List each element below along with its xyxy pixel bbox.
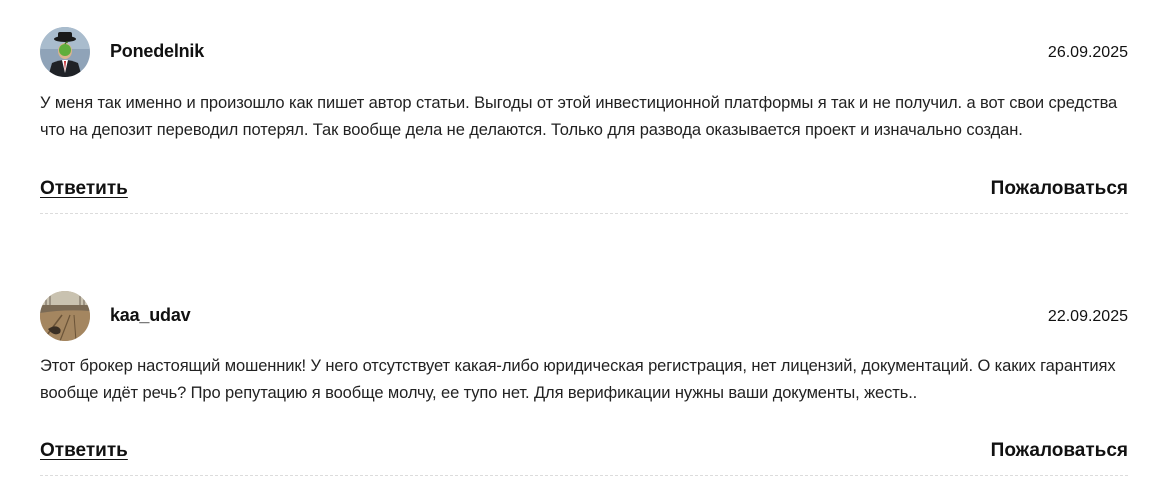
comment-author: Ponedelnik xyxy=(110,41,205,61)
comment-actions: Ответить Пожаловаться xyxy=(40,178,1128,208)
comment-author: kaa_udav xyxy=(110,305,191,325)
comment-actions: Ответить Пожаловаться xyxy=(40,440,1128,470)
avatar[interactable] xyxy=(40,27,90,77)
comment-text: У меня так именно и произошло как пишет … xyxy=(40,94,1118,139)
reply-link[interactable]: Ответить xyxy=(40,440,128,462)
comments-list: Ponedelnik 26.09.2025 У меня так именно … xyxy=(0,0,1153,502)
divider xyxy=(40,213,1128,214)
field-landscape-avatar-icon xyxy=(40,291,90,341)
divider xyxy=(40,475,1128,476)
avatar[interactable] xyxy=(40,291,90,341)
comment-date: 26.09.2025 xyxy=(1047,44,1128,61)
comment-item: kaa_udav 22.09.2025 Этот брокер настоящи… xyxy=(40,291,1128,476)
comment-item: Ponedelnik 26.09.2025 У меня так именно … xyxy=(40,27,1128,214)
man-with-green-apple-avatar-icon xyxy=(40,27,90,77)
complain-link[interactable]: Пожаловаться xyxy=(991,178,1128,200)
comment-header: kaa_udav 22.09.2025 xyxy=(40,291,1128,341)
complain-link[interactable]: Пожаловаться xyxy=(991,440,1128,462)
reply-link[interactable]: Ответить xyxy=(40,178,128,200)
comment-header: Ponedelnik 26.09.2025 xyxy=(40,27,1128,77)
comment-date: 22.09.2025 xyxy=(1047,308,1128,325)
comment-text: Этот брокер настоящий мошенник! У него о… xyxy=(40,357,1116,402)
